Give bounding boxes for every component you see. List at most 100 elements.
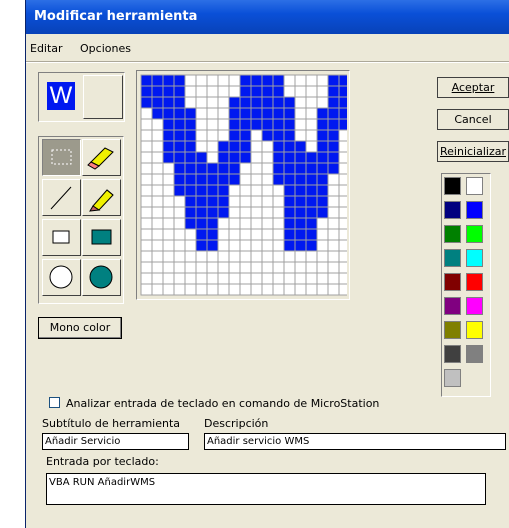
color-swatch[interactable] — [444, 369, 461, 387]
pixel-empty[interactable] — [206, 250, 219, 263]
pixel-empty[interactable] — [228, 85, 241, 98]
pixel-empty[interactable] — [173, 250, 186, 263]
description-field[interactable] — [204, 433, 506, 450]
pixel-empty[interactable] — [305, 261, 318, 274]
pixel-empty[interactable] — [316, 217, 329, 230]
pixel-filled[interactable] — [195, 184, 208, 197]
pixel-filled[interactable] — [173, 173, 186, 186]
pixel-filled[interactable] — [206, 206, 219, 219]
pixel-filled[interactable] — [305, 162, 318, 175]
pixel-empty[interactable] — [272, 239, 285, 252]
pixel-empty[interactable] — [206, 140, 219, 153]
pixel-empty[interactable] — [195, 250, 208, 263]
pixel-filled[interactable] — [250, 118, 263, 131]
pixel-empty[interactable] — [195, 140, 208, 153]
pixel-filled[interactable] — [283, 173, 296, 186]
pixel-empty[interactable] — [338, 206, 347, 219]
pixel-filled[interactable] — [316, 162, 329, 175]
pixel-empty[interactable] — [283, 261, 296, 274]
pixel-empty[interactable] — [327, 206, 340, 219]
pixel-filled[interactable] — [294, 173, 307, 186]
circle-filled-tool[interactable] — [82, 259, 121, 296]
pixel-empty[interactable] — [173, 272, 186, 285]
pixel-empty[interactable] — [261, 173, 274, 186]
pixel-filled[interactable] — [162, 107, 175, 120]
pixel-filled[interactable] — [338, 74, 347, 87]
pixel-filled[interactable] — [316, 195, 329, 208]
pixel-empty[interactable] — [206, 96, 219, 109]
pixel-empty[interactable] — [151, 118, 164, 131]
pixel-empty[interactable] — [151, 184, 164, 197]
pixel-filled[interactable] — [184, 195, 197, 208]
line-tool[interactable] — [42, 179, 81, 216]
pixel-empty[interactable] — [173, 206, 186, 219]
pixel-filled[interactable] — [327, 107, 340, 120]
pixel-empty[interactable] — [162, 217, 175, 230]
pixel-filled[interactable] — [327, 129, 340, 142]
pixel-empty[interactable] — [316, 272, 329, 285]
pixel-empty[interactable] — [228, 272, 241, 285]
pixel-empty[interactable] — [261, 184, 274, 197]
pixel-empty[interactable] — [151, 206, 164, 219]
color-swatch[interactable] — [444, 249, 461, 267]
pixel-filled[interactable] — [338, 118, 347, 131]
pixel-filled[interactable] — [250, 96, 263, 109]
pixel-empty[interactable] — [140, 228, 153, 241]
pixel-filled[interactable] — [206, 239, 219, 252]
pixel-empty[interactable] — [162, 184, 175, 197]
pixel-empty[interactable] — [140, 250, 153, 263]
color-swatch[interactable] — [444, 225, 461, 243]
pixel-filled[interactable] — [162, 74, 175, 87]
pixel-filled[interactable] — [140, 85, 153, 98]
pixel-filled[interactable] — [338, 85, 347, 98]
pixel-filled[interactable] — [294, 162, 307, 175]
color-swatch[interactable] — [444, 273, 461, 291]
color-swatch[interactable] — [466, 249, 483, 267]
pixel-empty[interactable] — [338, 195, 347, 208]
pixel-empty[interactable] — [184, 96, 197, 109]
pixel-empty[interactable] — [151, 195, 164, 208]
pixel-filled[interactable] — [272, 140, 285, 153]
pixel-filled[interactable] — [173, 162, 186, 175]
pixel-empty[interactable] — [239, 283, 252, 296]
pixel-filled[interactable] — [184, 129, 197, 142]
pixel-filled[interactable] — [239, 129, 252, 142]
pixel-filled[interactable] — [162, 140, 175, 153]
pixel-empty[interactable] — [140, 162, 153, 175]
pixel-empty[interactable] — [228, 250, 241, 263]
pixel-empty[interactable] — [283, 85, 296, 98]
pixel-filled[interactable] — [316, 129, 329, 142]
pixel-empty[interactable] — [239, 217, 252, 230]
pixel-empty[interactable] — [228, 195, 241, 208]
pixel-filled[interactable] — [250, 85, 263, 98]
pixel-filled[interactable] — [239, 96, 252, 109]
pixel-filled[interactable] — [283, 96, 296, 109]
pixel-empty[interactable] — [217, 129, 230, 142]
pixel-empty[interactable] — [294, 283, 307, 296]
pixel-empty[interactable] — [195, 107, 208, 120]
pixel-empty[interactable] — [327, 272, 340, 285]
pixel-empty[interactable] — [261, 217, 274, 230]
pixel-filled[interactable] — [250, 74, 263, 87]
pixel-filled[interactable] — [228, 96, 241, 109]
pixel-empty[interactable] — [140, 118, 153, 131]
pixel-filled[interactable] — [228, 107, 241, 120]
pixel-empty[interactable] — [239, 239, 252, 252]
pixel-empty[interactable] — [250, 140, 263, 153]
pixel-filled[interactable] — [261, 118, 274, 131]
pixel-empty[interactable] — [338, 272, 347, 285]
pixel-empty[interactable] — [239, 206, 252, 219]
pixel-empty[interactable] — [206, 283, 219, 296]
pixel-filled[interactable] — [206, 217, 219, 230]
pixel-filled[interactable] — [305, 151, 318, 164]
pixel-filled[interactable] — [195, 239, 208, 252]
pixel-filled[interactable] — [184, 140, 197, 153]
pixel-empty[interactable] — [294, 129, 307, 142]
pixel-empty[interactable] — [184, 228, 197, 241]
pixel-filled[interactable] — [173, 151, 186, 164]
pixel-filled[interactable] — [250, 107, 263, 120]
subtitle-field[interactable] — [42, 433, 189, 450]
pixel-empty[interactable] — [305, 250, 318, 263]
pixel-filled[interactable] — [173, 107, 186, 120]
pixel-filled[interactable] — [195, 162, 208, 175]
